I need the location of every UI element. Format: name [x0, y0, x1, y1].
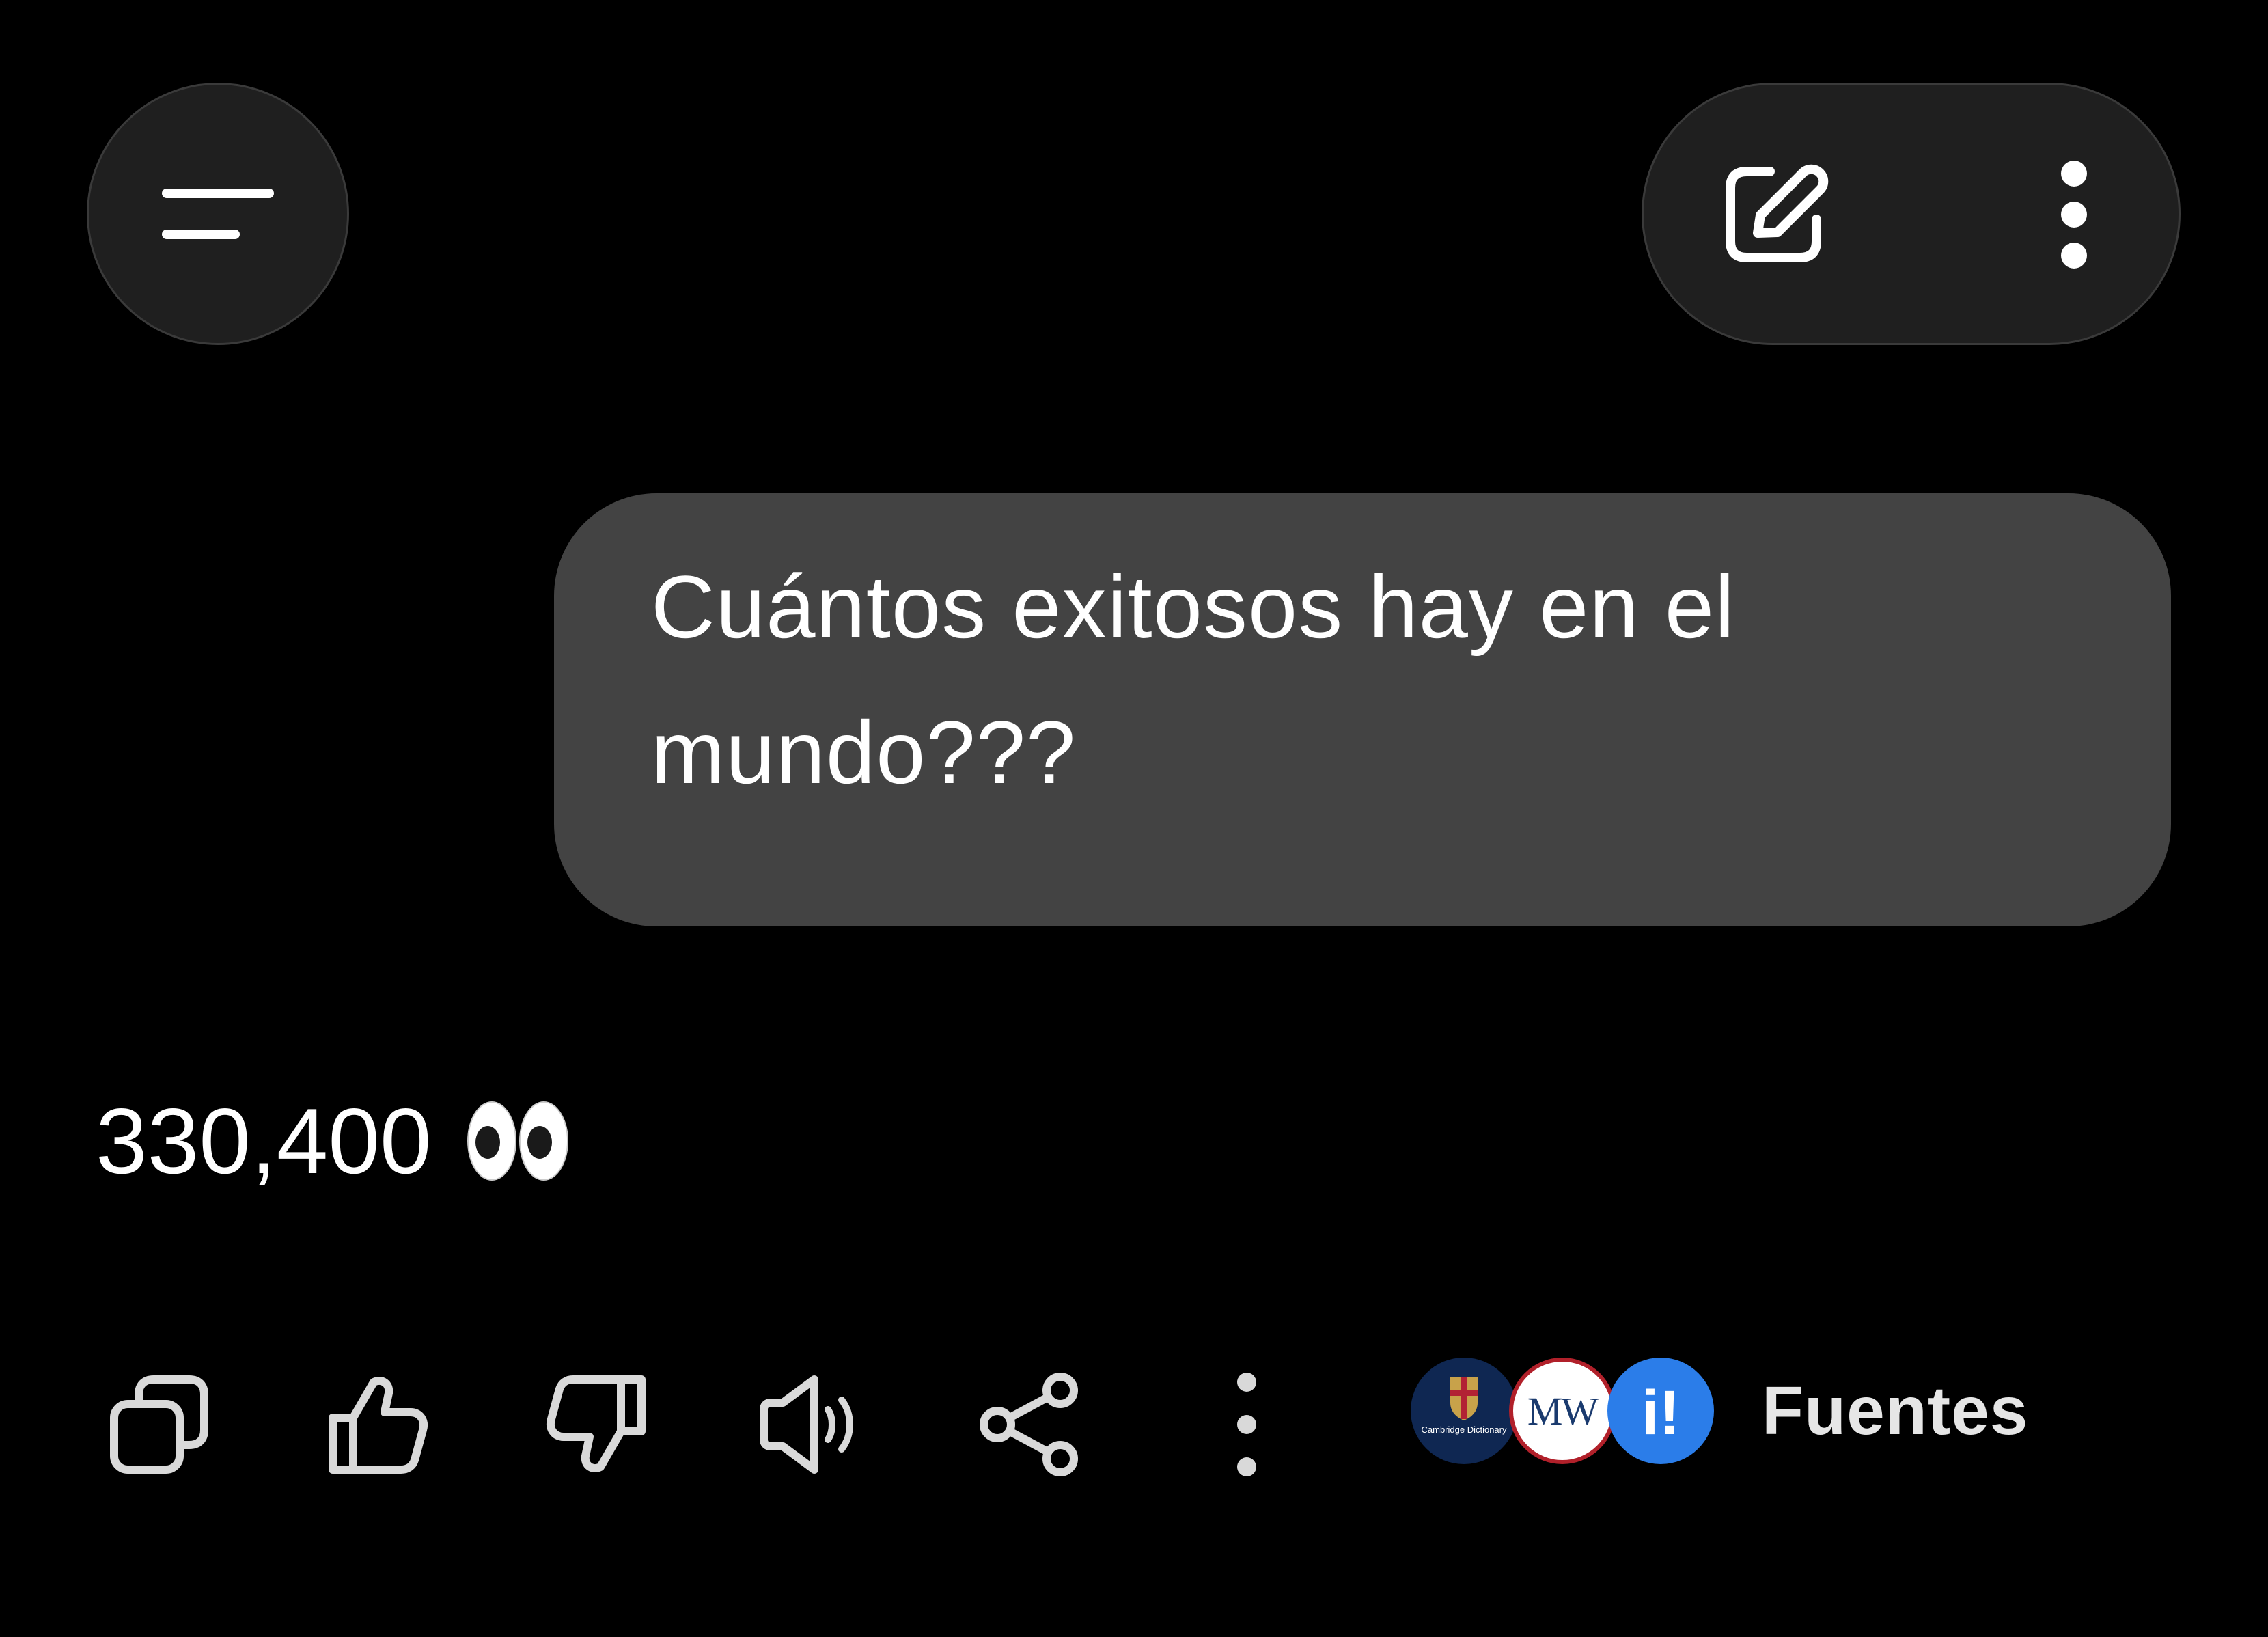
chat-screen: Cuántos exitosos hay en el mundo??? 330,…	[0, 0, 2268, 1637]
menu-lines-icon	[162, 189, 274, 239]
copy-button[interactable]	[101, 1366, 217, 1483]
dislike-button[interactable]	[538, 1366, 654, 1483]
eyes-emoji	[467, 1101, 568, 1181]
sources-button[interactable]: Cambridge Dictionary MW i! Fuentes	[1411, 1354, 2028, 1468]
speaker-icon	[760, 1375, 853, 1474]
svg-text:Cambridge Dictionary: Cambridge Dictionary	[1422, 1425, 1507, 1435]
thumbs-up-icon	[329, 1377, 428, 1474]
merriam-webster-logo: MW	[1509, 1358, 1616, 1464]
right-eye	[518, 1101, 568, 1181]
more-vertical-icon	[2061, 161, 2087, 269]
share-button[interactable]	[971, 1366, 1087, 1483]
source-info-logo: i!	[1607, 1358, 1714, 1464]
options-button[interactable]	[2033, 150, 2115, 279]
more-actions-button[interactable]	[1189, 1366, 1305, 1483]
more-vertical-icon	[1237, 1373, 1256, 1476]
assistant-response: 330,400	[96, 1079, 568, 1202]
top-actions-pill	[1642, 83, 2181, 345]
edit-pencil-icon	[1726, 164, 1829, 262]
read-aloud-button[interactable]	[753, 1366, 870, 1483]
cambridge-dictionary-logo: Cambridge Dictionary	[1411, 1358, 1517, 1464]
like-button[interactable]	[320, 1366, 436, 1483]
thumbs-down-icon	[547, 1375, 646, 1472]
copy-icon	[110, 1375, 208, 1474]
left-eye	[467, 1101, 516, 1181]
response-text: 330,400	[96, 1089, 432, 1193]
new-chat-button[interactable]	[1712, 153, 1835, 276]
user-message-text: Cuántos exitosos hay en el mundo???	[651, 557, 1735, 802]
share-icon	[980, 1373, 1078, 1476]
svg-text:i!: i!	[1642, 1378, 1680, 1448]
menu-button[interactable]	[87, 83, 349, 345]
user-message-bubble: Cuántos exitosos hay en el mundo???	[554, 493, 2171, 926]
sources-label: Fuentes	[1762, 1372, 2029, 1449]
